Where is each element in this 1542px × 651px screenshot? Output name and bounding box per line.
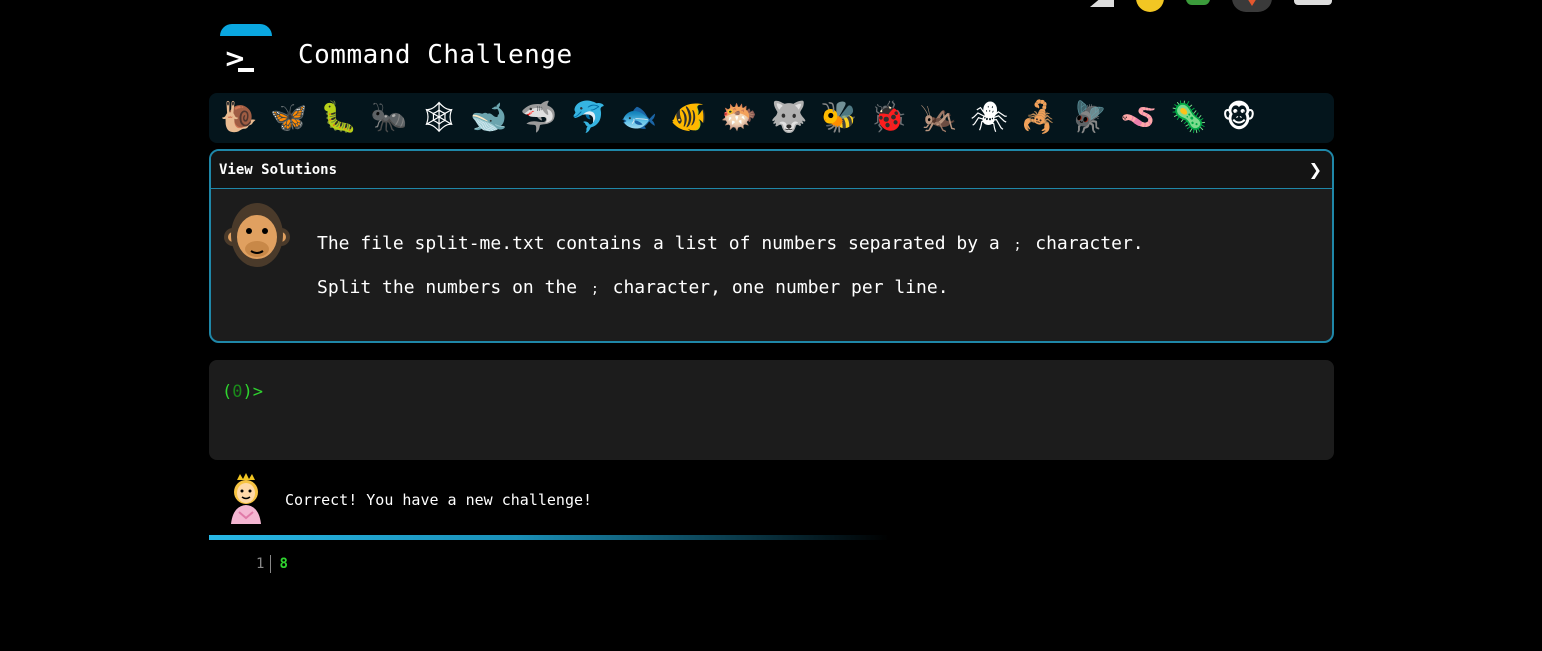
output-line: 1 8	[256, 555, 288, 573]
worm-icon[interactable]: 🪱	[1119, 98, 1159, 138]
whale-icon[interactable]: 🐋	[469, 98, 509, 138]
check-icon[interactable]	[1090, 0, 1114, 7]
feedback-text: Correct! You have a new challenge!	[285, 491, 593, 509]
top-icon-bar	[1090, 0, 1332, 12]
fox-icon[interactable]	[1232, 0, 1272, 12]
chevron-right-icon: ❯	[1308, 160, 1322, 179]
tropical-fish-icon[interactable]: 🐠	[669, 98, 709, 138]
snail-icon[interactable]: 🐌	[219, 98, 259, 138]
feedback-message: Correct! You have a new challenge!	[225, 472, 592, 528]
spider-icon[interactable]: 🕷	[969, 98, 1009, 138]
cricket-icon[interactable]: 🦗	[919, 98, 959, 138]
view-solutions-toggle[interactable]: View Solutions ❯	[211, 151, 1332, 189]
terminal-input[interactable]: (0)>	[209, 360, 1334, 460]
ant-icon[interactable]: 🐜	[369, 98, 409, 138]
wolf-icon[interactable]: 🐺	[769, 98, 809, 138]
line-number: 1	[256, 555, 272, 573]
fish-icon[interactable]: 🐟	[619, 98, 659, 138]
scorpion-icon[interactable]: 🦂	[1019, 98, 1059, 138]
monkey-avatar-icon	[219, 199, 295, 275]
butterfly-icon[interactable]: 🦋	[269, 98, 309, 138]
terminal-prompt: (0)>	[222, 382, 263, 402]
dolphin-icon[interactable]: 🐬	[569, 98, 609, 138]
challenge-line-2: Split the numbers on the ; character, on…	[317, 277, 949, 298]
princess-avatar-icon	[225, 472, 267, 528]
challenge-description: The file split-me.txt contains a list of…	[317, 233, 1144, 321]
blowfish-icon[interactable]: 🐡	[719, 98, 759, 138]
ladybug-icon[interactable]: 🐞	[869, 98, 909, 138]
fly-icon[interactable]: 🪰	[1069, 98, 1109, 138]
terminal-logo-icon[interactable]: >	[218, 24, 274, 76]
challenge-panel: View Solutions ❯ The file split-me.txt c…	[209, 149, 1334, 343]
spider-web-icon[interactable]: 🕸	[419, 98, 459, 138]
shark-icon[interactable]: 🦈	[519, 98, 559, 138]
level-bar: 🐌 🦋 🐛 🐜 🕸 🐋 🦈 🐬 🐟 🐠 🐡 🐺 🐝 🐞 🦗 🕷 🦂 🪰 🪱 🦠 🐵	[209, 93, 1334, 143]
envelope-icon[interactable]	[1294, 0, 1332, 5]
caterpillar-icon[interactable]: 🐛	[319, 98, 359, 138]
header: > Command Challenge	[218, 24, 573, 76]
microbe-icon[interactable]: 🦠	[1169, 98, 1209, 138]
progress-bar	[209, 535, 889, 540]
bee-icon[interactable]: 🐝	[819, 98, 859, 138]
view-solutions-label: View Solutions	[219, 161, 338, 178]
monkey-icon[interactable]: 🐵	[1219, 98, 1259, 138]
page-title: Command Challenge	[298, 40, 573, 70]
bulb-icon[interactable]	[1136, 0, 1164, 12]
challenge-line-1: The file split-me.txt contains a list of…	[317, 233, 1144, 254]
output-text: 8	[279, 556, 288, 572]
tree-icon[interactable]	[1186, 0, 1210, 5]
